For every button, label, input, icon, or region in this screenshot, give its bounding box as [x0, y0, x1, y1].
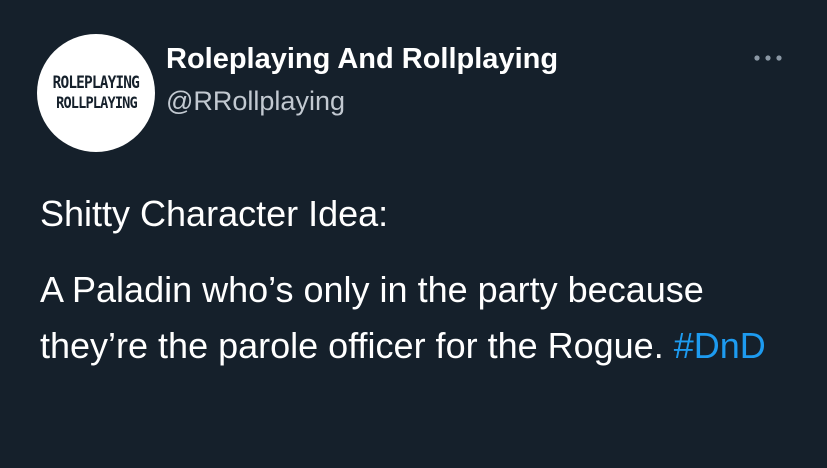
hashtag-link[interactable]: #DnD — [674, 325, 766, 366]
avatar-logo-top: ROLEPLAYING — [52, 73, 140, 93]
more-options-button[interactable] — [748, 46, 788, 70]
tweet-text: Shitty Character Idea: A Paladin who’s o… — [40, 186, 800, 374]
avatar[interactable]: ROLEPLAYING ROLLPLAYING — [37, 34, 155, 152]
author-handle[interactable]: @RRollplaying — [166, 86, 345, 117]
author-display-name[interactable]: Roleplaying And Rollplaying — [166, 43, 558, 76]
more-horizontal-icon — [754, 55, 782, 61]
tweet-heading: Shitty Character Idea: — [40, 193, 389, 234]
avatar-logo-bottom: ROLLPLAYING — [55, 93, 138, 112]
tweet-card: ROLEPLAYING ROLLPLAYING Roleplaying And … — [0, 0, 827, 468]
tweet-body: A Paladin who’s only in the party becaus… — [40, 269, 704, 366]
tweet-body-paragraph: A Paladin who’s only in the party becaus… — [40, 262, 800, 374]
